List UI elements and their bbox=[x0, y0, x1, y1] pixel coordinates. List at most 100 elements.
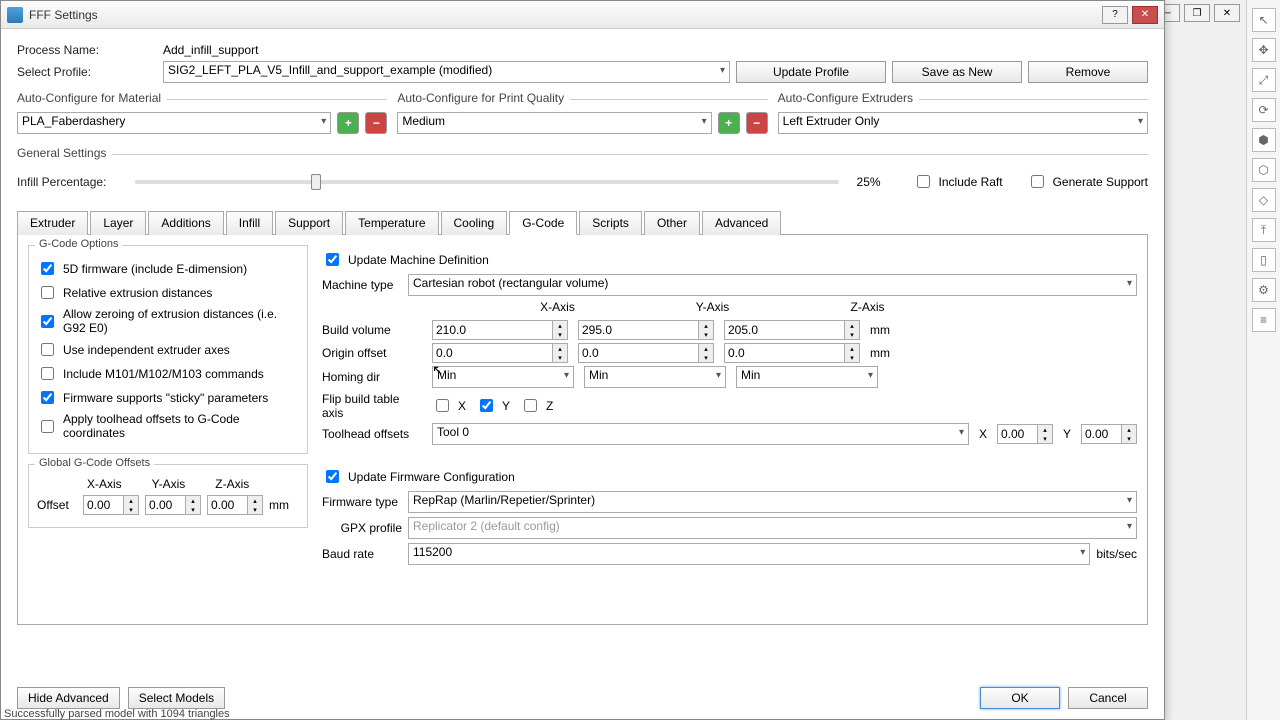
view-top-icon[interactable]: ⬢ bbox=[1252, 128, 1276, 152]
y-axis-label: Y-Axis bbox=[152, 477, 186, 491]
baud-rate-label: Baud rate bbox=[322, 547, 402, 561]
tab-layer[interactable]: Layer bbox=[90, 211, 146, 235]
rotate-tool-icon[interactable]: ⟳ bbox=[1252, 98, 1276, 122]
axis-icon[interactable]: ⤒ bbox=[1252, 218, 1276, 242]
move-tool-icon[interactable]: ✥ bbox=[1252, 38, 1276, 62]
baud-rate-select[interactable]: 115200 bbox=[408, 543, 1090, 565]
flip-x-checkbox[interactable]: X bbox=[432, 396, 466, 415]
cancel-button[interactable]: Cancel bbox=[1068, 687, 1148, 709]
machine-type-select[interactable]: Cartesian robot (rectangular volume) bbox=[408, 274, 1137, 296]
select-tool-icon[interactable]: ↖ bbox=[1252, 8, 1276, 32]
view-wire-icon[interactable]: ◇ bbox=[1252, 188, 1276, 212]
homing-y-select[interactable]: Min bbox=[584, 366, 726, 388]
gcode-options-title: G-Code Options bbox=[35, 238, 122, 250]
origin-offset-label: Origin offset bbox=[322, 346, 422, 360]
ok-button[interactable]: OK bbox=[980, 687, 1060, 709]
offset-y-input[interactable]: ▴▾ bbox=[145, 495, 201, 515]
flip-axis-label: Flip build table axis bbox=[322, 392, 422, 420]
my-axis-label: Y-Axis bbox=[635, 300, 790, 314]
save-as-new-button[interactable]: Save as New bbox=[892, 61, 1022, 83]
opt-independent-axes[interactable]: Use independent extruder axes bbox=[37, 340, 299, 359]
select-profile-label: Select Profile: bbox=[17, 65, 157, 79]
tab-advanced[interactable]: Advanced bbox=[702, 211, 781, 235]
general-settings-title: General Settings bbox=[17, 146, 112, 160]
homing-z-select[interactable]: Min bbox=[736, 366, 878, 388]
generate-support-checkbox[interactable]: Generate Support bbox=[1027, 172, 1148, 191]
maximize-button[interactable]: ❐ bbox=[1184, 4, 1210, 22]
offset-z-input[interactable]: ▴▾ bbox=[207, 495, 263, 515]
tab-infill[interactable]: Infill bbox=[226, 211, 273, 235]
mz-axis-label: Z-Axis bbox=[790, 300, 945, 314]
quality-select[interactable]: Medium bbox=[397, 112, 711, 134]
origin-x-input[interactable]: ▴▾ bbox=[432, 343, 568, 363]
update-firmware-checkbox[interactable]: Update Firmware Configuration bbox=[322, 467, 1137, 486]
remove-quality-icon[interactable]: − bbox=[746, 112, 768, 134]
include-raft-checkbox[interactable]: Include Raft bbox=[913, 172, 1003, 191]
remove-material-icon[interactable]: − bbox=[365, 112, 387, 134]
tool-y-input[interactable]: ▴▾ bbox=[1081, 424, 1137, 444]
homing-x-select[interactable]: Min bbox=[432, 366, 574, 388]
gpx-profile-select: Replicator 2 (default config) bbox=[408, 517, 1137, 539]
close-button[interactable]: ✕ bbox=[1132, 6, 1158, 24]
auto-quality-label: Auto-Configure for Print Quality bbox=[397, 91, 570, 105]
close-parent-button[interactable]: ✕ bbox=[1214, 4, 1240, 22]
homing-dir-label: Homing dir bbox=[322, 370, 422, 384]
profile-select[interactable]: SIG2_LEFT_PLA_V5_Infill_and_support_exam… bbox=[163, 61, 730, 83]
tool-y-label: Y bbox=[1063, 427, 1071, 441]
opt-relative-extrusion[interactable]: Relative extrusion distances bbox=[37, 283, 299, 302]
select-models-button[interactable]: Select Models bbox=[128, 687, 225, 709]
fff-settings-dialog: FFF Settings ? ✕ Process Name: Add_infil… bbox=[0, 0, 1165, 720]
firmware-type-select[interactable]: RepRap (Marlin/Repetier/Sprinter) bbox=[408, 491, 1137, 513]
extruders-select[interactable]: Left Extruder Only bbox=[778, 112, 1148, 134]
list-icon[interactable]: ≡ bbox=[1252, 308, 1276, 332]
view-iso-icon[interactable]: ⬡ bbox=[1252, 158, 1276, 182]
opt-5d-firmware[interactable]: 5D firmware (include E-dimension) bbox=[37, 259, 299, 278]
offset-x-input[interactable]: ▴▾ bbox=[83, 495, 139, 515]
add-quality-icon[interactable]: + bbox=[718, 112, 740, 134]
tab-other[interactable]: Other bbox=[644, 211, 700, 235]
offset-label: Offset bbox=[37, 498, 77, 512]
update-profile-button[interactable]: Update Profile bbox=[736, 61, 886, 83]
add-material-icon[interactable]: + bbox=[337, 112, 359, 134]
opt-sticky-params[interactable]: Firmware supports "sticky" parameters bbox=[37, 388, 299, 407]
remove-button[interactable]: Remove bbox=[1028, 61, 1148, 83]
hide-advanced-button[interactable]: Hide Advanced bbox=[17, 687, 120, 709]
infill-slider[interactable] bbox=[135, 180, 839, 184]
opt-m101-commands[interactable]: Include M101/M102/M103 commands bbox=[37, 364, 299, 383]
section-icon[interactable]: ▯ bbox=[1252, 248, 1276, 272]
flip-y-checkbox[interactable]: Y bbox=[476, 396, 510, 415]
scale-tool-icon[interactable]: ⤢ bbox=[1252, 68, 1276, 92]
auto-quality-group: Auto-Configure for Print Quality Medium … bbox=[397, 99, 767, 138]
infill-pct-value: 25% bbox=[857, 175, 881, 189]
tab-cooling[interactable]: Cooling bbox=[441, 211, 508, 235]
opt-allow-zeroing[interactable]: Allow zeroing of extrusion distances (i.… bbox=[37, 307, 299, 335]
toolhead-select[interactable]: Tool 0 bbox=[432, 423, 969, 445]
titlebar[interactable]: FFF Settings ? ✕ bbox=[1, 1, 1164, 29]
opt-toolhead-offsets[interactable]: Apply toolhead offsets to G-Code coordin… bbox=[37, 412, 299, 440]
tab-scripts[interactable]: Scripts bbox=[579, 211, 642, 235]
origin-z-input[interactable]: ▴▾ bbox=[724, 343, 860, 363]
auto-material-label: Auto-Configure for Material bbox=[17, 91, 167, 105]
tool-x-input[interactable]: ▴▾ bbox=[997, 424, 1053, 444]
help-button[interactable]: ? bbox=[1102, 6, 1128, 24]
window-title: FFF Settings bbox=[29, 8, 1102, 22]
tab-extruder[interactable]: Extruder bbox=[17, 211, 88, 235]
mx-axis-label: X-Axis bbox=[480, 300, 635, 314]
flip-z-checkbox[interactable]: Z bbox=[520, 396, 553, 415]
gcode-panel: G-Code Options 5D firmware (include E-di… bbox=[17, 235, 1148, 625]
gpx-profile-label: GPX profile bbox=[322, 521, 402, 535]
tab-gcode[interactable]: G-Code bbox=[509, 211, 577, 235]
material-select[interactable]: PLA_Faberdashery bbox=[17, 112, 331, 134]
x-axis-label: X-Axis bbox=[87, 477, 122, 491]
tab-temperature[interactable]: Temperature bbox=[345, 211, 438, 235]
tab-support[interactable]: Support bbox=[275, 211, 343, 235]
origin-y-input[interactable]: ▴▾ bbox=[578, 343, 714, 363]
settings-icon[interactable]: ⚙ bbox=[1252, 278, 1276, 302]
build-y-input[interactable]: ▴▾ bbox=[578, 320, 714, 340]
tab-additions[interactable]: Additions bbox=[148, 211, 223, 235]
update-machine-def-checkbox[interactable]: Update Machine Definition bbox=[322, 250, 1137, 269]
build-z-input[interactable]: ▴▾ bbox=[724, 320, 860, 340]
build-unit: mm bbox=[870, 323, 890, 337]
process-name-label: Process Name: bbox=[17, 43, 157, 57]
build-x-input[interactable]: ▴▾ bbox=[432, 320, 568, 340]
